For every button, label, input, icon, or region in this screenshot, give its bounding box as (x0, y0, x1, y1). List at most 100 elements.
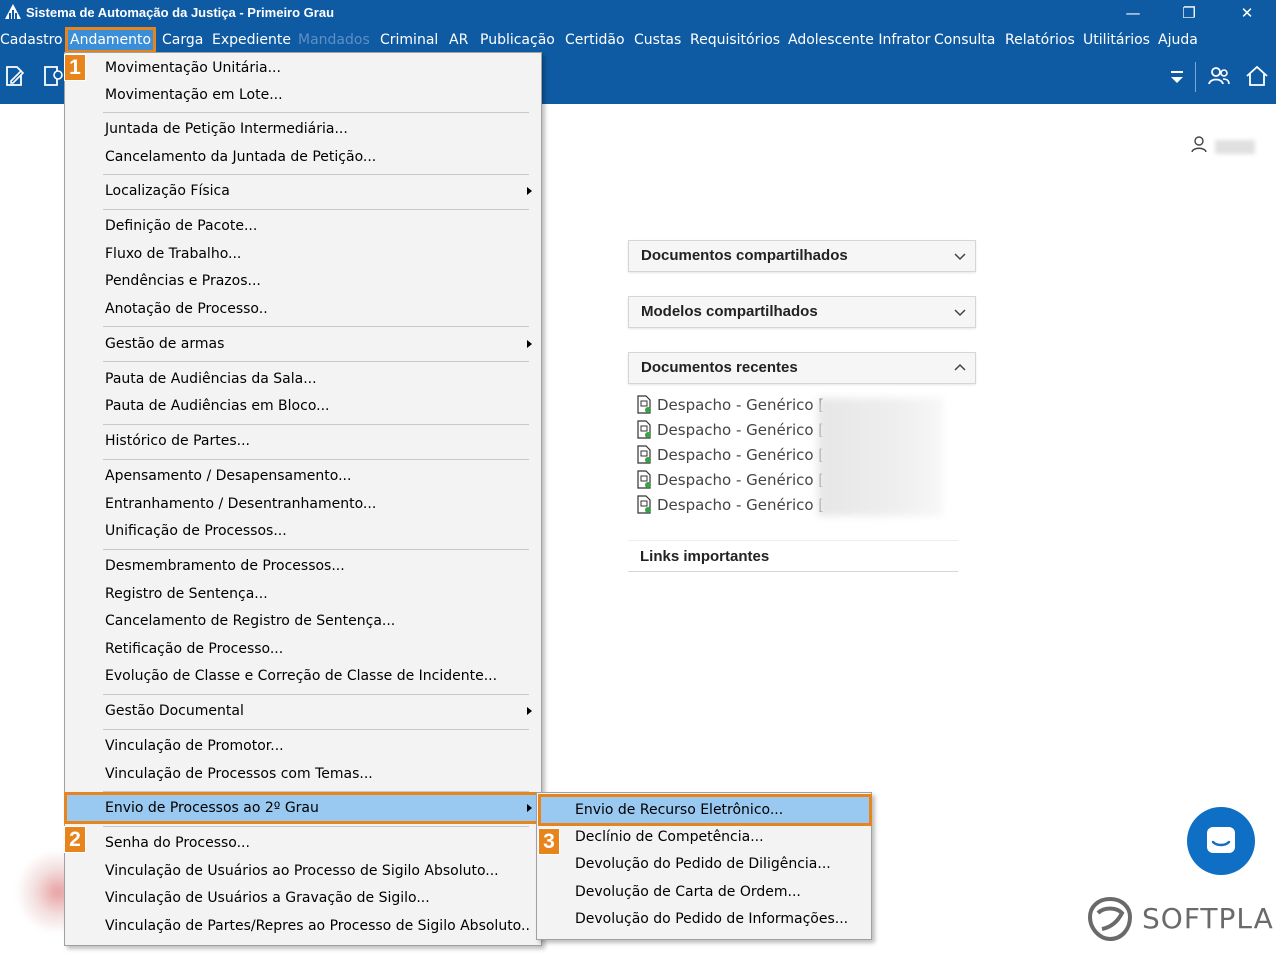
envio-processos-submenu: Envio de Recurso Eletrônico... Declínio … (536, 792, 872, 940)
redacted-doc-details (818, 398, 943, 516)
menu-separator (103, 174, 529, 175)
menu-ar[interactable]: AR (449, 30, 468, 50)
panel-title: Modelos compartilhados (641, 303, 818, 320)
menu-item-registro-sentenca[interactable]: Registro de Sentença... (65, 581, 541, 607)
menu-item-senha-processo[interactable]: Senha do Processo... (65, 830, 541, 856)
restore-button[interactable]: ❐ (1166, 0, 1212, 26)
users-icon[interactable] (1206, 63, 1232, 89)
menu-separator (103, 549, 529, 550)
submenu-arrow-icon (527, 340, 532, 348)
menu-carga[interactable]: Carga (162, 30, 203, 50)
submenu-item-declinio-competencia[interactable]: Declínio de Competência... (537, 824, 871, 850)
minimize-button[interactable]: — (1110, 0, 1156, 26)
step-badge-3: 3 (538, 828, 560, 855)
menu-mandados[interactable]: Mandados (298, 30, 370, 50)
close-button[interactable]: ✕ (1224, 0, 1270, 26)
menu-item-cancelamento-registro-sentenca[interactable]: Cancelamento de Registro de Sentença... (65, 608, 541, 634)
menu-adolescente-infrator[interactable]: Adolescente Infrator (788, 30, 930, 50)
menu-andamento[interactable]: Andamento (64, 27, 157, 53)
menu-separator (103, 112, 529, 113)
menu-utilitarios[interactable]: Utilitários (1083, 30, 1150, 50)
panel-modelos-compartilhados[interactable]: Modelos compartilhados (628, 296, 976, 328)
menu-separator (103, 694, 529, 695)
menu-item-vinculacao-gravacao-sigilo[interactable]: Vinculação de Usuários a Gravação de Sig… (65, 885, 541, 911)
menu-item-vinculacao-usuarios-sigilo[interactable]: Vinculação de Usuários ao Processo de Si… (65, 858, 541, 884)
menu-item-pauta-audiencias-bloco[interactable]: Pauta de Audiências em Bloco... (65, 393, 541, 419)
chevron-up-icon[interactable] (953, 361, 967, 375)
menu-item-pauta-audiencias-sala[interactable]: Pauta de Audiências da Sala... (65, 366, 541, 392)
menu-item-anotacao-processo[interactable]: Anotação de Processo.. (65, 296, 541, 322)
app-logo-icon (5, 4, 21, 19)
panel-title: Documentos recentes (641, 359, 798, 376)
menu-item-historico-partes[interactable]: Histórico de Partes... (65, 428, 541, 454)
menu-item-vinculacao-promotor[interactable]: Vinculação de Promotor... (65, 733, 541, 759)
panel-links-importantes[interactable]: Links importantes (628, 540, 958, 572)
document-icon (637, 420, 651, 439)
document-icon (637, 395, 651, 414)
menu-separator (103, 826, 529, 827)
title-bar: Sistema de Automação da Justiça - Primei… (0, 0, 1276, 26)
menu-item-localizacao-fisica[interactable]: Localização Física (65, 178, 541, 204)
menu-criminal[interactable]: Criminal (380, 30, 438, 50)
chevron-down-icon[interactable] (953, 305, 967, 319)
menu-separator (103, 459, 529, 460)
menu-ajuda[interactable]: Ajuda (1158, 30, 1198, 50)
menu-item-juntada-peticao[interactable]: Juntada de Petição Intermediária... (65, 116, 541, 142)
menu-item-definicao-pacote[interactable]: Definição de Pacote... (65, 213, 541, 239)
chat-button[interactable] (1187, 807, 1255, 875)
menu-item-unificacao-processos[interactable]: Unificação de Processos... (65, 518, 541, 544)
submenu-item-devolucao-carta-ordem[interactable]: Devolução de Carta de Ordem... (537, 879, 871, 905)
menu-item-pendencias-prazos[interactable]: Pendências e Prazos... (65, 268, 541, 294)
menu-cadastro[interactable]: Cadastro (0, 30, 63, 50)
menu-separator (103, 791, 529, 792)
panel-documentos-compartilhados[interactable]: Documentos compartilhados (628, 240, 976, 272)
menu-requisitorios[interactable]: Requisitórios (690, 30, 780, 50)
menu-item-retificacao-processo[interactable]: Retificação de Processo... (65, 636, 541, 662)
home-icon[interactable] (1244, 63, 1270, 89)
menu-separator (103, 424, 529, 425)
document-icon (637, 470, 651, 489)
softplan-logo-text: SOFTPLAN (1142, 902, 1276, 935)
menu-item-cancelamento-juntada[interactable]: Cancelamento da Juntada de Petição... (65, 144, 541, 170)
menu-certidao[interactable]: Certidão (565, 30, 625, 50)
search-document-icon[interactable] (40, 63, 66, 89)
redacted-image (18, 852, 70, 930)
submenu-item-devolucao-informacoes[interactable]: Devolução do Pedido de Informações... (537, 906, 871, 932)
panel-documentos-recentes[interactable]: Documentos recentes (628, 352, 976, 384)
panel-title: Documentos compartilhados (641, 247, 848, 264)
user-name-redacted (1215, 140, 1255, 154)
menu-custas[interactable]: Custas (634, 30, 681, 50)
menu-item-envio-processos-2-grau[interactable]: Envio de Processos ao 2º Grau (64, 792, 542, 824)
submenu-arrow-icon (527, 804, 532, 812)
menu-item-movimentacao-unitaria[interactable]: Movimentação Unitária... (65, 55, 541, 81)
menu-item-fluxo-trabalho[interactable]: Fluxo de Trabalho... (65, 241, 541, 267)
menu-expediente[interactable]: Expediente (212, 30, 291, 50)
menu-item-gestao-documental[interactable]: Gestão Documental (65, 698, 541, 724)
chat-icon (1207, 827, 1235, 853)
menu-item-gestao-armas[interactable]: Gestão de armas (65, 331, 541, 357)
menu-publicacao[interactable]: Publicação (480, 30, 555, 50)
menu-item-vinculacao-partes-sigilo[interactable]: Vinculação de Partes/Repres ao Processo … (65, 913, 541, 939)
submenu-item-envio-recurso-eletronico[interactable]: Envio de Recurso Eletrônico... (538, 794, 872, 826)
edit-document-icon[interactable] (2, 63, 28, 89)
menu-separator (103, 361, 529, 362)
submenu-item-devolucao-diligencia[interactable]: Devolução do Pedido de Diligência... (537, 851, 871, 877)
menu-item-movimentacao-em-lote[interactable]: Movimentação em Lote... (65, 82, 541, 108)
menu-bar: Cadastro Andamento Carga Expediente Mand… (0, 26, 1276, 53)
menu-item-vinculacao-temas[interactable]: Vinculação de Processos com Temas... (65, 761, 541, 787)
toolbar-separator (1195, 62, 1196, 92)
menu-item-apensamento[interactable]: Apensamento / Desapensamento... (65, 463, 541, 489)
dropdown-menu-icon[interactable] (1164, 65, 1190, 91)
document-icon (637, 445, 651, 464)
menu-separator (103, 209, 529, 210)
menu-separator (103, 326, 529, 327)
chevron-down-icon[interactable] (953, 249, 967, 263)
menu-relatorios[interactable]: Relatórios (1005, 30, 1075, 50)
menu-separator (103, 729, 529, 730)
menu-item-desmembramento[interactable]: Desmembramento de Processos... (65, 553, 541, 579)
user-icon[interactable] (1190, 135, 1208, 153)
menu-item-entranhamento[interactable]: Entranhamento / Desentranhamento... (65, 491, 541, 517)
menu-item-evolucao-classe[interactable]: Evolução de Classe e Correção de Classe … (65, 663, 541, 689)
menu-consulta[interactable]: Consulta (934, 30, 995, 50)
panel-title: Links importantes (640, 548, 770, 565)
